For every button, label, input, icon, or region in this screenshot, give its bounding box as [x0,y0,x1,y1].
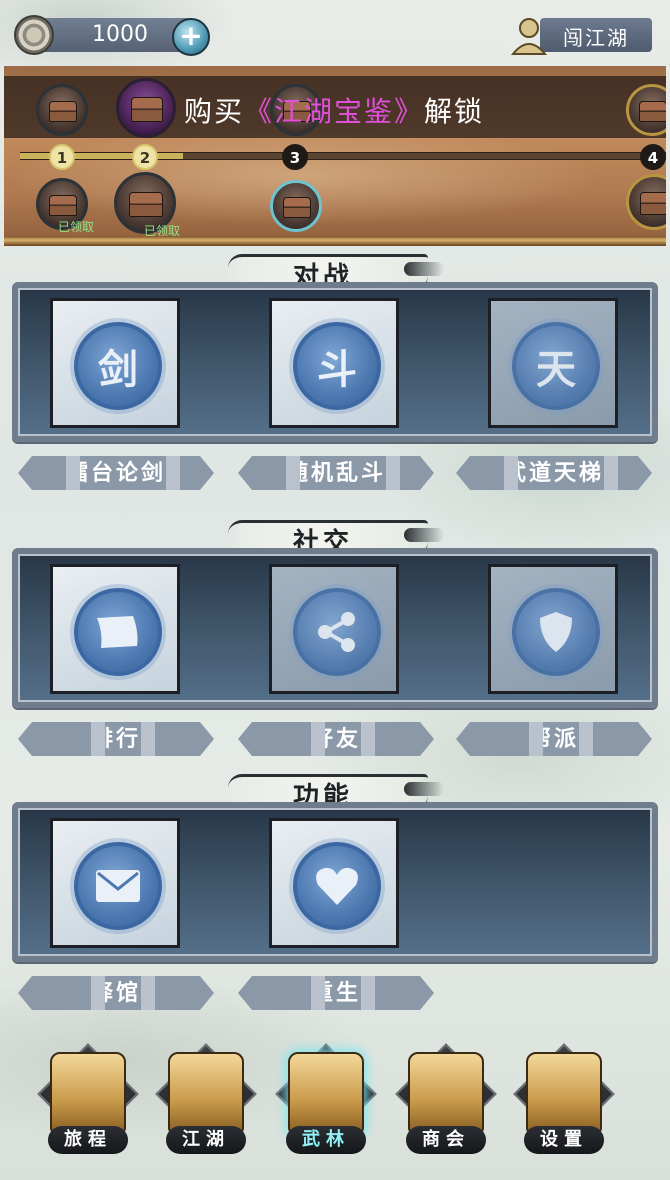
seal-glyph: 斗 [317,346,357,393]
progress-fill [20,153,183,159]
premium-chest-1[interactable] [116,78,176,138]
nav-label: 江湖 [166,1126,246,1154]
melee-label-button[interactable]: 随机乱斗 [238,456,434,490]
level-node-2: 2 [132,144,158,170]
nav-journey[interactable]: 旅程 [32,1040,142,1160]
heart-icon [293,842,381,930]
battle-panel: 剑 斗 天 [12,282,658,442]
unlock-prefix: 购买 [184,95,245,128]
mail-label-button[interactable]: 驿馆 [18,976,214,1010]
guild-label-button[interactable]: 帮派 [456,722,652,756]
level-node-1: 1 [49,144,75,170]
unlock-book-name: 《江湖宝鉴》 [244,95,425,128]
unlock-prompt[interactable]: 购买《江湖宝鉴》解锁 [184,90,484,130]
player-name: 闯江湖 [563,26,629,50]
scroll-icon [74,588,162,676]
envelope-icon [74,842,162,930]
nav-label: 武林 [286,1126,366,1154]
social-panel [12,548,658,708]
banner-border [4,236,666,246]
heaven-seal-icon: 天 [512,322,600,410]
arena-label-button[interactable]: 擂台论剑 [18,456,214,490]
premium-chest-4-row2[interactable] [626,174,666,230]
fight-seal-icon: 斗 [293,322,381,410]
nav-settings[interactable]: 设置 [508,1040,618,1160]
melee-tile[interactable]: 斗 [269,298,399,428]
level-node-4: 4 [640,144,666,170]
shield-icon [512,588,600,676]
unlock-suffix: 解锁 [424,95,485,128]
mail-tile[interactable] [50,818,180,948]
nav-shop[interactable]: 商会 [390,1040,500,1160]
free-chest-1[interactable] [36,84,88,136]
seal-glyph: 剑 [98,346,138,393]
share-icon [293,588,381,676]
progress-track [20,152,666,160]
traveler-icon [50,1052,126,1134]
gate-icon [168,1052,244,1134]
nav-jianghu[interactable]: 江湖 [150,1040,260,1160]
sword-seal-icon: 剑 [74,322,162,410]
nav-wulin[interactable]: 武林 [270,1040,380,1160]
top-bar: 1000 + 闯江湖 [0,0,670,66]
claimed-label-1: 已领取 [58,220,95,234]
friends-label-button[interactable]: 好友 [238,722,434,756]
free-chest-3-row2[interactable] [270,180,322,232]
add-coins-button[interactable]: + [172,18,210,56]
battle-pass-banner[interactable]: 购买《江湖宝鉴》解锁 1 2 3 4 已领取 已领取 [4,66,666,246]
wheel-icon [526,1052,602,1134]
guild-tile[interactable] [488,564,618,694]
ladder-tile[interactable]: 天 [488,298,618,428]
nav-label: 商会 [406,1126,486,1154]
crossed-swords-icon [288,1052,364,1134]
rebirth-tile[interactable] [269,818,399,948]
seal-glyph: 天 [536,346,576,393]
functions-panel [12,802,658,962]
coin-icon [14,15,54,55]
coin-value: 1000 [92,22,148,47]
level-node-3: 3 [282,144,308,170]
shop-icon [408,1052,484,1134]
friends-tile[interactable] [269,564,399,694]
ladder-label-button[interactable]: 武道天梯 [456,456,652,490]
nav-label: 设置 [524,1126,604,1154]
arena-tile[interactable]: 剑 [50,298,180,428]
nav-label: 旅程 [48,1126,128,1154]
rebirth-label-button[interactable]: 重生 [238,976,434,1010]
ranking-label-button[interactable]: 排行 [18,722,214,756]
ranking-tile[interactable] [50,564,180,694]
